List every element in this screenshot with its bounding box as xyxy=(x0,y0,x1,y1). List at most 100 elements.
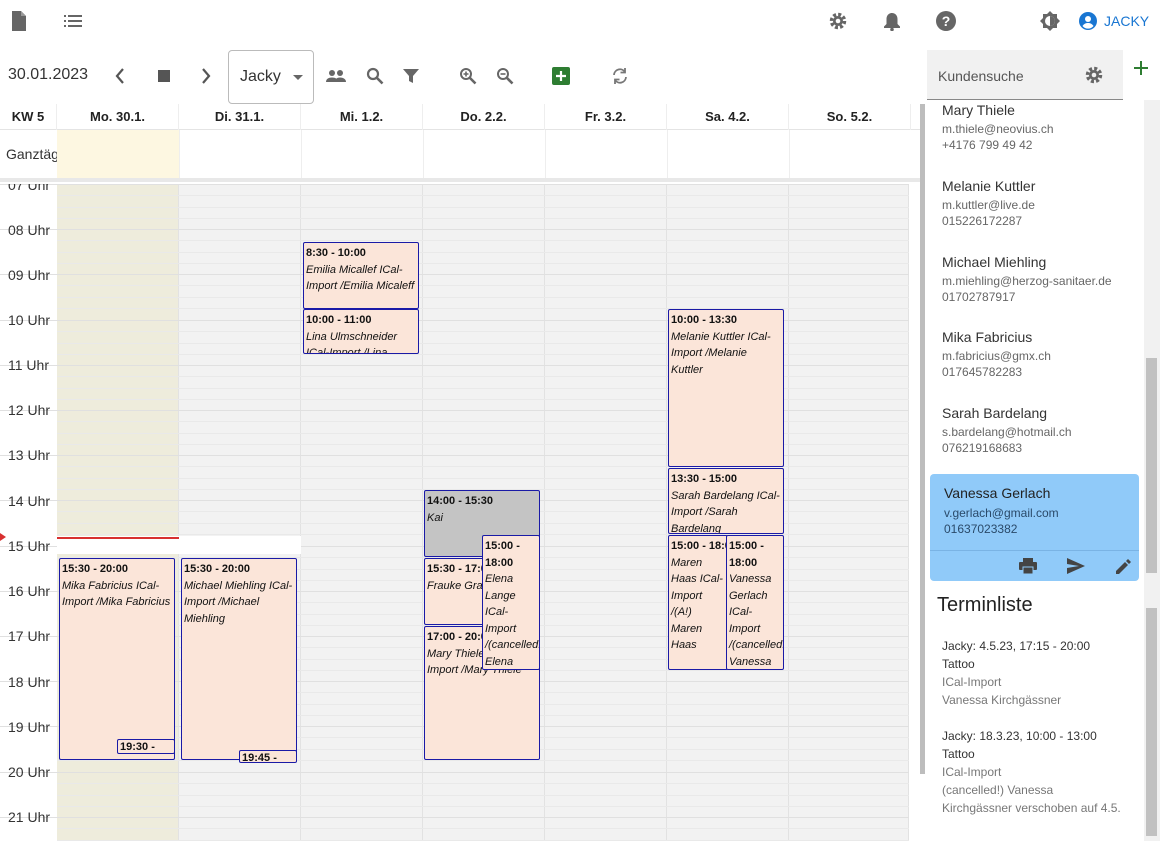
quarter-gridline xyxy=(57,760,909,761)
hour-label: 18 Uhr xyxy=(8,674,51,690)
quarter-gridline xyxy=(57,795,909,796)
appointment[interactable]: 13:30 - 15:00 Sarah Bardelang ICal-Impor… xyxy=(668,468,784,534)
appointment[interactable]: 10:00 - 11:00 Lina Ulmschneider ICal-Imp… xyxy=(303,309,419,354)
hour-gridline xyxy=(0,229,909,230)
search-settings-gear-icon[interactable] xyxy=(1083,64,1105,86)
calendar-header: KW 5 Mo. 30.1. Di. 31.1. Mi. 1.2. Do. 2.… xyxy=(0,104,925,130)
past-overlay xyxy=(179,184,301,536)
appointment[interactable]: 15:00 - 18:00 Vanessa Gerlach ICal-Impor… xyxy=(726,535,784,670)
day-header[interactable]: Mi. 1.2. xyxy=(301,104,423,130)
quarter-gridline xyxy=(57,828,909,829)
customer-item[interactable]: Mika Fabricius m.fabricius@gmx.ch 017645… xyxy=(942,329,1142,379)
appointment[interactable]: 8:30 - 10:00 Emilia Micallef ICal-Import… xyxy=(303,242,419,309)
hour-gridline xyxy=(0,817,909,818)
selected-customer-email: v.gerlach@gmail.com xyxy=(944,506,1059,520)
week-number: KW 5 xyxy=(0,104,57,130)
hour-gridline xyxy=(0,184,909,185)
customer-item[interactable]: Michael Miehling m.miehling@herzog-sanit… xyxy=(942,254,1142,304)
selected-customer-name: Vanessa Gerlach xyxy=(944,485,1051,501)
user-select[interactable]: Jacky xyxy=(228,50,314,104)
day-header[interactable]: Mo. 30.1. xyxy=(57,104,179,130)
edit-pencil-icon[interactable] xyxy=(1113,556,1135,576)
customer-item[interactable]: Sarah Bardelang s.bardelang@hotmail.ch 0… xyxy=(942,405,1142,455)
customer-search-placeholder: Kundensuche xyxy=(938,68,1024,84)
appointment[interactable]: 15:00 - 18:00 Maren Haas ICal-Import /(A… xyxy=(668,535,728,670)
day-column-fri[interactable] xyxy=(545,184,667,841)
appointment-list-item[interactable]: Jacky: 4.5.23, 17:15 - 20:00 Tattoo ICal… xyxy=(942,637,1122,709)
add-customer-plus-icon[interactable] xyxy=(1131,58,1151,78)
hour-label: 09 Uhr xyxy=(8,267,51,283)
people-icon[interactable] xyxy=(324,65,348,87)
brightness-icon[interactable] xyxy=(1039,10,1061,32)
appointment[interactable]: 10:00 - 13:30 Melanie Kuttler ICal-Impor… xyxy=(668,309,784,467)
calendar-toolbar: 30.01.2023 Jacky xyxy=(0,48,925,104)
allday-row: Ganztägig xyxy=(0,130,925,182)
send-icon[interactable] xyxy=(1065,556,1087,576)
week-calendar: KW 5 Mo. 30.1. Di. 31.1. Mi. 1.2. Do. 2.… xyxy=(0,104,925,841)
print-icon[interactable] xyxy=(1017,556,1039,576)
customer-item[interactable]: Mary Thiele m.thiele@neovius.ch +4176 79… xyxy=(942,102,1142,152)
terminliste-title: Terminliste xyxy=(937,594,1033,616)
terminliste-scrollbar-thumb[interactable] xyxy=(1146,608,1157,836)
appointment[interactable]: 15:30 - 20:00 Michael Miehling ICal-Impo… xyxy=(181,558,297,760)
hour-label: 10 Uhr xyxy=(8,312,51,328)
calendar-scrollbar[interactable] xyxy=(920,104,925,774)
customer-sidebar: Kundensuche Mary Thiele m.thiele@neovius… xyxy=(927,48,1160,841)
document-icon[interactable] xyxy=(8,10,30,32)
hour-label: 08 Uhr xyxy=(8,222,51,238)
add-appointment-icon[interactable] xyxy=(551,66,571,86)
selected-customer-phone: 01637023382 xyxy=(944,522,1018,536)
hour-label: 07 Uhr xyxy=(8,184,51,193)
help-icon[interactable]: ? xyxy=(935,10,957,32)
filter-icon[interactable] xyxy=(400,65,422,87)
quarter-gridline xyxy=(57,783,909,784)
hour-label: 13 Uhr xyxy=(8,447,51,463)
sidebar-scrollbar-thumb[interactable] xyxy=(1146,358,1157,573)
hour-label: 12 Uhr xyxy=(8,402,51,418)
customer-item[interactable]: Melanie Kuttler m.kuttler@live.de 015226… xyxy=(942,178,1142,228)
chevron-right-icon[interactable] xyxy=(194,64,218,88)
account-icon[interactable] xyxy=(1078,11,1098,31)
day-header[interactable]: Fr. 3.2. xyxy=(545,104,667,130)
dropdown-caret-icon xyxy=(293,75,303,80)
day-header[interactable]: Do. 2.2. xyxy=(423,104,545,130)
hour-label: 15 Uhr xyxy=(8,538,51,554)
zoom-in-icon[interactable] xyxy=(457,65,479,87)
current-date[interactable]: 30.01.2023 xyxy=(8,66,88,84)
day-column-sun[interactable] xyxy=(789,184,909,841)
user-name-label[interactable]: JACKY xyxy=(1104,13,1149,29)
svg-text:?: ? xyxy=(942,13,951,29)
top-app-bar: ? JACKY xyxy=(0,0,1160,44)
appointment[interactable]: 15:30 - 17:00 Frauke Grabowski ICal-Impo… xyxy=(424,558,484,625)
allday-today-cell[interactable] xyxy=(57,130,179,178)
day-header[interactable]: Di. 31.1. xyxy=(179,104,301,130)
chevron-left-icon[interactable] xyxy=(108,64,132,88)
zoom-out-icon[interactable] xyxy=(494,65,516,87)
hour-label: 17 Uhr xyxy=(8,628,51,644)
list-icon[interactable] xyxy=(62,10,84,32)
hour-label: 19 Uhr xyxy=(8,719,51,735)
settings-gear-icon[interactable] xyxy=(827,10,849,32)
day-header[interactable]: Sa. 4.2. xyxy=(667,104,789,130)
appointment[interactable]: 15:30 - 20:00 Mika Fabricius ICal-Import… xyxy=(59,558,175,760)
appointment[interactable]: 19:30 - xyxy=(117,739,175,754)
hour-label: 11 Uhr xyxy=(8,357,49,373)
selected-customer-card[interactable]: Vanessa Gerlach v.gerlach@gmail.com 0163… xyxy=(930,474,1139,581)
hour-gridline xyxy=(0,274,909,275)
bell-icon[interactable] xyxy=(881,10,903,32)
search-icon[interactable] xyxy=(364,65,386,87)
hour-label: 16 Uhr xyxy=(8,583,51,599)
allday-label: Ganztägig xyxy=(6,146,57,162)
appointment[interactable]: 15:00 - 18:00 Elena Lange ICal-Import /(… xyxy=(482,535,540,670)
appointment-list-item[interactable]: Jacky: 18.3.23, 10:00 - 13:00 Tattoo ICa… xyxy=(942,727,1122,817)
today-stop-icon[interactable] xyxy=(152,64,176,88)
day-header[interactable]: So. 5.2. xyxy=(789,104,911,130)
user-select-value: Jacky xyxy=(240,68,281,85)
appointment[interactable]: 19:45 - xyxy=(239,750,297,763)
sync-icon[interactable] xyxy=(609,65,631,87)
customer-search-input[interactable]: Kundensuche xyxy=(927,50,1123,100)
hour-label: 21 Uhr xyxy=(8,809,51,825)
hour-label: 20 Uhr xyxy=(8,764,51,780)
quarter-gridline xyxy=(57,806,909,807)
current-time-line xyxy=(57,537,179,539)
